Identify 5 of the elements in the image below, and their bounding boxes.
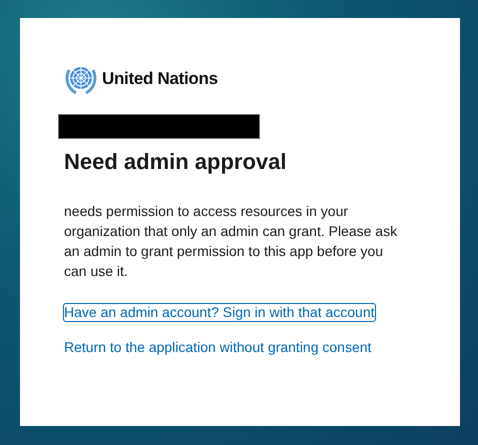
dialog-title: Need admin approval (64, 149, 288, 175)
text-link[interactable]: Return to the application without granting consent (63, 338, 372, 357)
logo-text: United Nations (102, 69, 218, 89)
text-link[interactable]: Have an admin account? Sign in with that account (63, 303, 376, 322)
message-text: needs permission to access resources in your organization that only an admin can grant. Please ask an admin to grant permission to this app before you can use it. (64, 202, 398, 281)
